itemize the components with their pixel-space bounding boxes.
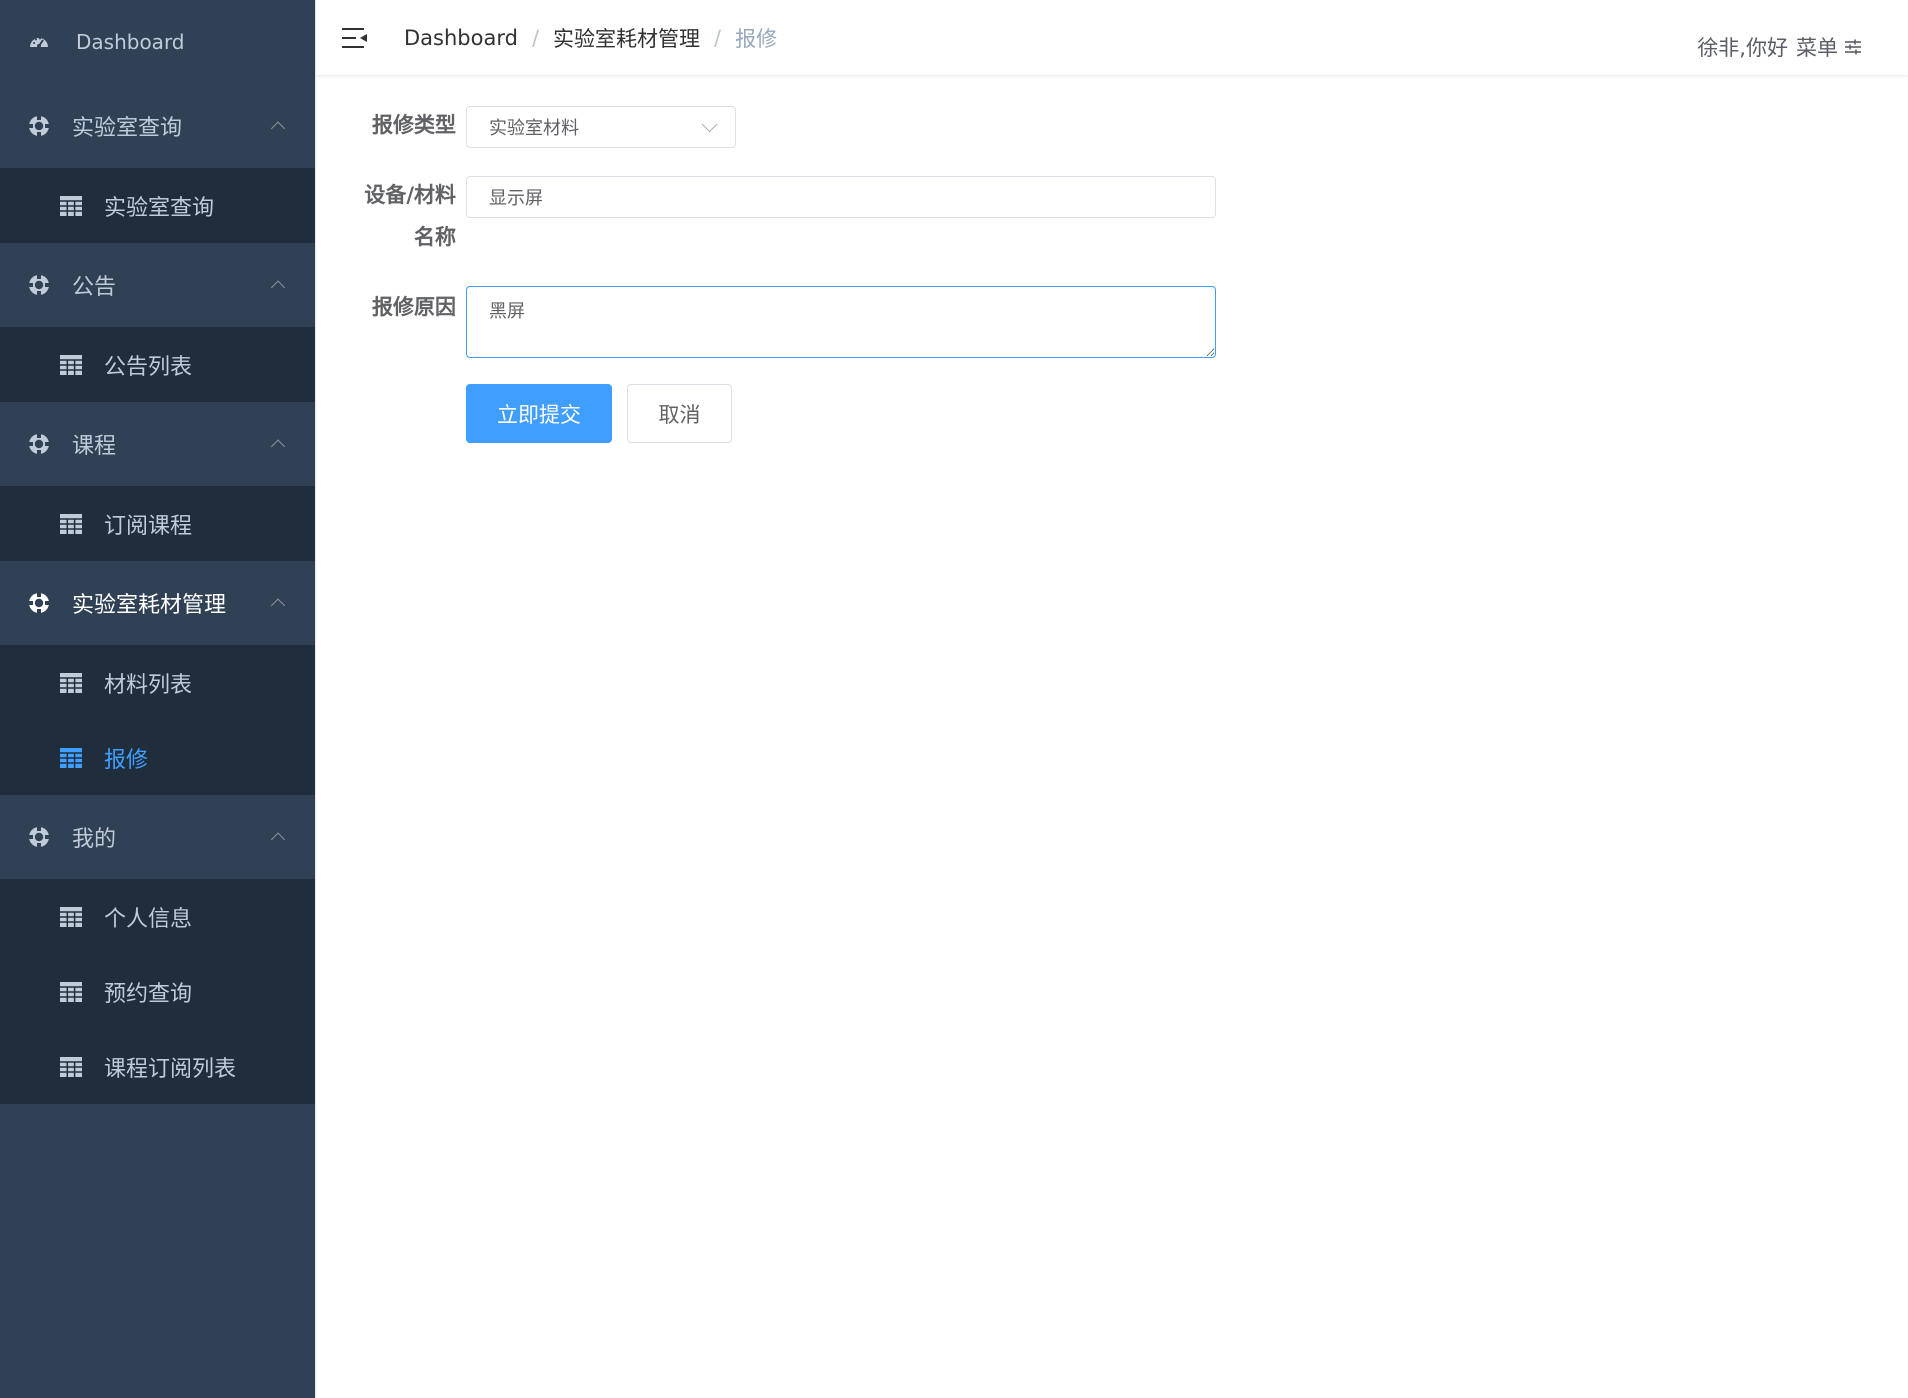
item-name-label-line2: 名称 xyxy=(414,225,456,249)
cancel-button[interactable]: 取消 xyxy=(627,384,732,443)
submenu: 订阅课程 xyxy=(0,486,315,561)
sidebar-item-label: 个人信息 xyxy=(104,906,193,932)
sidebar-item-label: 预约查询 xyxy=(104,981,193,1007)
table-icon xyxy=(60,747,82,768)
user-greeting: 徐非,你好 xyxy=(1697,36,1788,60)
submenu: 公告列表 xyxy=(0,327,315,402)
chevron-up-icon xyxy=(270,832,286,847)
life-ring-icon xyxy=(28,826,50,848)
chevron-up-icon xyxy=(270,439,286,454)
sidebar-item-label: 课程订阅列表 xyxy=(104,1056,237,1082)
user-menu-dropdown[interactable]: 菜单 xyxy=(1796,32,1838,62)
menu-group-lab-query[interactable]: 实验室查询 xyxy=(0,84,315,168)
life-ring-icon xyxy=(28,274,50,296)
item-name-input[interactable] xyxy=(466,176,1216,218)
sidebar-item-material-list[interactable]: 材料列表 xyxy=(0,645,315,720)
breadcrumb-separator: / xyxy=(714,25,722,50)
sidebar-item-lab-query[interactable]: 实验室查询 xyxy=(0,168,315,243)
menu-group-label: 课程 xyxy=(72,434,117,459)
sidebar-item-label: Dashboard xyxy=(76,30,185,54)
breadcrumb-separator: / xyxy=(531,25,540,50)
breadcrumb: Dashboard / 实验室耗材管理 / 报修 xyxy=(404,23,777,53)
sidebar-item-notice-list[interactable]: 公告列表 xyxy=(0,327,315,402)
submit-button[interactable]: 立即提交 xyxy=(466,384,612,443)
breadcrumb-lab-supplies[interactable]: 实验室耗材管理 xyxy=(553,23,700,53)
menu-group-label: 实验室耗材管理 xyxy=(72,593,227,618)
navbar: Dashboard / 实验室耗材管理 / 报修 徐非,你好 菜单 xyxy=(316,0,1908,76)
sidebar-item-label: 报修 xyxy=(104,747,149,773)
repair-type-value: 实验室材料 xyxy=(489,118,579,139)
submenu: 个人信息 预约查询 课程订阅列表 xyxy=(0,879,315,1104)
sidebar-item-label: 实验室查询 xyxy=(104,195,215,221)
table-icon xyxy=(60,906,82,927)
hamburger-icon[interactable] xyxy=(342,27,368,49)
menu-group-label: 我的 xyxy=(72,827,117,852)
sidebar: Dashboard 实验室查询 实验室查询 公告 公告列表 课程 订阅课程 实验… xyxy=(0,0,315,1398)
table-icon xyxy=(60,513,82,534)
life-ring-icon xyxy=(28,592,50,614)
life-ring-icon xyxy=(28,115,50,137)
chevron-up-icon xyxy=(270,598,286,613)
table-icon xyxy=(60,981,82,1002)
sidebar-item-course-subscription-list[interactable]: 课程订阅列表 xyxy=(0,1029,315,1104)
item-name-label-line1: 设备/材料 xyxy=(364,183,456,207)
menu-group-notice[interactable]: 公告 xyxy=(0,243,315,327)
chevron-down-icon xyxy=(701,116,718,133)
repair-type-label: 报修类型 xyxy=(372,113,456,137)
sidebar-item-dashboard[interactable]: Dashboard xyxy=(0,0,315,84)
menu-group-label: 公告 xyxy=(72,275,117,300)
sidebar-item-label: 材料列表 xyxy=(104,672,193,698)
menu-group-lab-supplies[interactable]: 实验室耗材管理 xyxy=(0,561,315,645)
table-icon xyxy=(60,1056,82,1077)
life-ring-icon xyxy=(28,433,50,455)
table-icon xyxy=(60,195,82,216)
breadcrumb-dashboard[interactable]: Dashboard xyxy=(404,26,518,50)
table-icon xyxy=(60,354,82,375)
chevron-up-icon xyxy=(270,121,286,136)
menu-group-mine[interactable]: 我的 xyxy=(0,795,315,879)
menu-group-course[interactable]: 课程 xyxy=(0,402,315,486)
repair-reason-label: 报修原因 xyxy=(372,295,456,319)
sidebar-item-profile[interactable]: 个人信息 xyxy=(0,879,315,954)
chevron-up-icon xyxy=(270,280,286,295)
sidebar-item-label: 订阅课程 xyxy=(104,513,193,539)
sidebar-item-reservation-query[interactable]: 预约查询 xyxy=(0,954,315,1029)
repair-type-select[interactable]: 实验室材料 xyxy=(466,106,736,148)
sidebar-item-repair[interactable]: 报修 xyxy=(0,720,315,795)
sidebar-item-label: 公告列表 xyxy=(104,354,193,380)
settings-sliders-icon[interactable] xyxy=(1844,38,1862,56)
main-content: Dashboard / 实验室耗材管理 / 报修 徐非,你好 菜单 报修类型 实… xyxy=(315,0,1908,1398)
dashboard-icon xyxy=(30,37,48,48)
submenu: 实验室查询 xyxy=(0,168,315,243)
user-area: 徐非,你好 菜单 xyxy=(1697,32,1862,62)
sidebar-item-subscribe-course[interactable]: 订阅课程 xyxy=(0,486,315,561)
table-icon xyxy=(60,672,82,693)
repair-reason-textarea[interactable]: 黑屏 xyxy=(466,286,1216,358)
breadcrumb-current: 报修 xyxy=(735,26,778,51)
menu-group-label: 实验室查询 xyxy=(72,116,183,141)
submenu: 材料列表 报修 xyxy=(0,645,315,795)
